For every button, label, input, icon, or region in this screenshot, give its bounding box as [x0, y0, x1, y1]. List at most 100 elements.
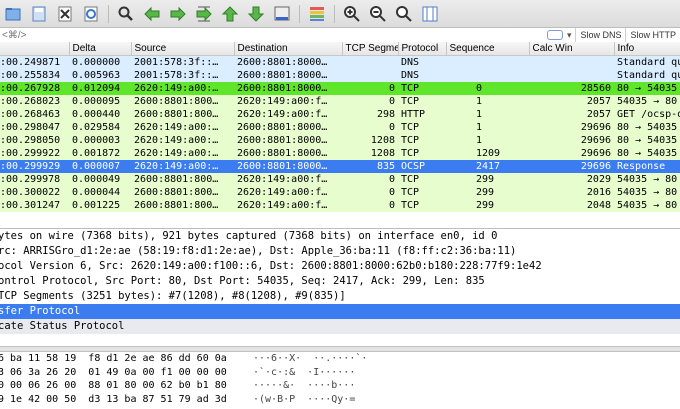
- packet-cell-info: Standard qu: [614, 55, 680, 69]
- go-to-packet-button[interactable]: [193, 3, 215, 25]
- packet-cell-src: 2620:149:a00:…: [131, 121, 234, 134]
- packet-cell-time: :00.268023: [0, 95, 69, 108]
- packet-cell-src: 2620:149:a00:…: [131, 82, 234, 95]
- go-back-button[interactable]: [141, 3, 163, 25]
- hex-ascii[interactable]: ·`·c·:& ·I······: [253, 366, 355, 380]
- display-filter-input[interactable]: [0, 29, 547, 41]
- packet-row[interactable]: :00.299929 0.000007 2620:149:a00:… 2600:880…: [0, 160, 680, 173]
- packet-cell-dst: 2620:149:a00:f…: [234, 173, 342, 186]
- open-file-button[interactable]: [2, 3, 24, 25]
- last-packet-icon: [247, 6, 265, 22]
- detail-tree-item[interactable]: ontrol Protocol, Src Port: 80, Dst Port:…: [0, 274, 680, 289]
- first-packet-button[interactable]: [219, 3, 241, 25]
- packet-cell-time: :00.249871: [0, 55, 69, 69]
- detail-tree-item[interactable]: ocol Version 6, Src: 2620:149:a00:f100::…: [0, 259, 680, 274]
- packet-cell-seq: 2417: [446, 160, 529, 173]
- packet-row[interactable]: :00.249871 0.000000 2001:578:3f::… 2600:880…: [0, 55, 680, 69]
- display-filter-bar: ▾ Slow DNS Slow HTTP: [0, 28, 680, 43]
- packet-cell-time: :00.255834: [0, 69, 69, 82]
- packet-row[interactable]: :00.299922 0.001872 2620:149:a00:… 2600:880…: [0, 147, 680, 160]
- packet-cell-proto: TCP: [398, 186, 446, 199]
- packet-cell-dst: 2600:8801:8000…: [234, 147, 342, 160]
- autoscroll-button[interactable]: [271, 3, 293, 25]
- close-file-button[interactable]: [54, 3, 76, 25]
- column-header[interactable]: Sequence: [446, 42, 530, 56]
- packet-cell-seg: 0: [342, 186, 398, 199]
- zoom-in-button[interactable]: [341, 3, 363, 25]
- hex-bytes[interactable]: 9 1e 42 00 50 d3 13 ba 87 51 79 ad 3d: [0, 393, 253, 407]
- packet-row[interactable]: :00.255834 0.005963 2001:578:3f::… 2600:880…: [0, 69, 680, 82]
- find-packet-button[interactable]: [115, 3, 137, 25]
- slow-dns-button[interactable]: Slow DNS: [575, 28, 625, 42]
- last-packet-button[interactable]: [245, 3, 267, 25]
- packet-row[interactable]: :00.298050 0.000003 2620:149:a00:… 2600:880…: [0, 134, 680, 147]
- hex-bytes[interactable]: 0 00 06 26 00 88 01 80 00 62 b0 b1 80: [0, 379, 253, 393]
- detail-tree-item[interactable]: ytes on wire (7368 bits), 921 bytes capt…: [0, 229, 680, 244]
- filter-bookmark-button[interactable]: [546, 30, 563, 40]
- packet-cell-seg: 298: [342, 108, 398, 121]
- hex-ascii[interactable]: ···6··X· ··.····`·: [253, 352, 367, 366]
- column-header[interactable]: Destination: [234, 42, 343, 56]
- resize-columns-icon: [422, 6, 438, 21]
- packet-cell-src: 2600:8801:800…: [131, 199, 234, 212]
- packet-cell-proto: HTTP: [398, 108, 446, 121]
- packet-cell-delta: 0.029584: [69, 121, 131, 134]
- packet-cell-win: 2057: [529, 95, 614, 108]
- packet-cell-info: GET /ocsp-d: [614, 108, 680, 121]
- packet-row[interactable]: :00.268023 0.000095 2600:8801:800… 2620:149…: [0, 95, 680, 108]
- reload-button[interactable]: [80, 3, 102, 25]
- column-header[interactable]: Calc Win: [529, 42, 615, 56]
- packet-row[interactable]: :00.300022 0.000044 2600:8801:800… 2620:149…: [0, 186, 680, 199]
- packet-row[interactable]: :00.299978 0.000049 2600:8801:800… 2620:149…: [0, 173, 680, 186]
- normal-size-icon: [396, 5, 412, 22]
- packet-cell-src: 2001:578:3f::…: [131, 69, 234, 82]
- packet-row[interactable]: :00.301247 0.001225 2600:8801:800… 2620:149…: [0, 199, 680, 212]
- hex-bytes[interactable]: 3 06 3a 26 20 01 49 0a 00 f1 00 00 00: [0, 366, 253, 380]
- packet-cell-seq: 1: [446, 95, 529, 108]
- go-to-packet-icon: [196, 6, 212, 21]
- hex-ascii[interactable]: ·(w·B·P ····Qy·=: [253, 393, 355, 407]
- packet-cell-seg: 1208: [342, 147, 398, 160]
- packet-cell-win: [529, 55, 614, 69]
- packet-cell-seg: 835: [342, 160, 398, 173]
- normal-size-button[interactable]: [393, 3, 415, 25]
- packet-row[interactable]: :00.267928 0.012094 2620:149:a00:… 2600:880…: [0, 82, 680, 95]
- packet-row[interactable]: :00.298047 0.029584 2620:149:a00:… 2600:880…: [0, 121, 680, 134]
- colorize-button[interactable]: [306, 3, 328, 25]
- filter-dropdown-icon[interactable]: ▾: [567, 30, 572, 41]
- packet-cell-win: 2016: [529, 186, 614, 199]
- packet-cell-src: 2620:149:a00:…: [131, 160, 234, 173]
- column-header[interactable]: [0, 42, 70, 56]
- packet-cell-seg: 0: [342, 121, 398, 134]
- detail-tree-item[interactable]: rc: ARRISGro_d1:2e:ae (58:19:f8:d1:2e:ae…: [0, 244, 680, 259]
- hex-ascii[interactable]: ·····&· ····b···: [253, 379, 355, 393]
- zoom-out-button[interactable]: [367, 3, 389, 25]
- column-header[interactable]: Protocol: [398, 42, 447, 56]
- column-header[interactable]: Source: [131, 42, 235, 56]
- slow-http-button[interactable]: Slow HTTP: [625, 28, 680, 42]
- save-file-button[interactable]: [28, 3, 50, 25]
- packet-cell-proto: DNS: [398, 69, 446, 82]
- detail-tree-item[interactable]: cate Status Protocol: [0, 319, 680, 334]
- packet-row[interactable]: :00.268463 0.000440 2600:8801:800… 2620:149…: [0, 108, 680, 121]
- go-forward-button[interactable]: [167, 3, 189, 25]
- packet-cell-delta: 0.000049: [69, 173, 131, 186]
- packet-cell-info: 54035 → 80: [614, 95, 680, 108]
- close-file-icon: [58, 6, 72, 21]
- packet-cell-src: 2620:149:a00:…: [131, 147, 234, 160]
- resize-columns-button[interactable]: [419, 3, 441, 25]
- packet-cell-src: 2001:578:3f::…: [131, 55, 234, 69]
- detail-tree-item[interactable]: TCP Segments (3251 bytes): #7(1208), #8(…: [0, 289, 680, 304]
- packet-cell-win: 28560: [529, 82, 614, 95]
- column-header[interactable]: Delta: [69, 42, 132, 56]
- column-header[interactable]: TCP Segme: [342, 42, 399, 56]
- column-header[interactable]: Info: [614, 42, 680, 56]
- packet-cell-proto: DNS: [398, 55, 446, 69]
- detail-tree-item[interactable]: sfer Protocol: [0, 304, 680, 319]
- packet-cell-win: 2029: [529, 173, 614, 186]
- packet-cell-win: 2048: [529, 199, 614, 212]
- packet-cell-proto: TCP: [398, 134, 446, 147]
- packet-cell-info: 80 → 54035: [614, 147, 680, 160]
- hex-bytes[interactable]: 6 ba 11 58 19 f8 d1 2e ae 86 dd 60 0a: [0, 352, 253, 366]
- hex-row: 3 06 3a 26 20 01 49 0a 00 f1 00 00 00 ·`·…: [0, 366, 680, 380]
